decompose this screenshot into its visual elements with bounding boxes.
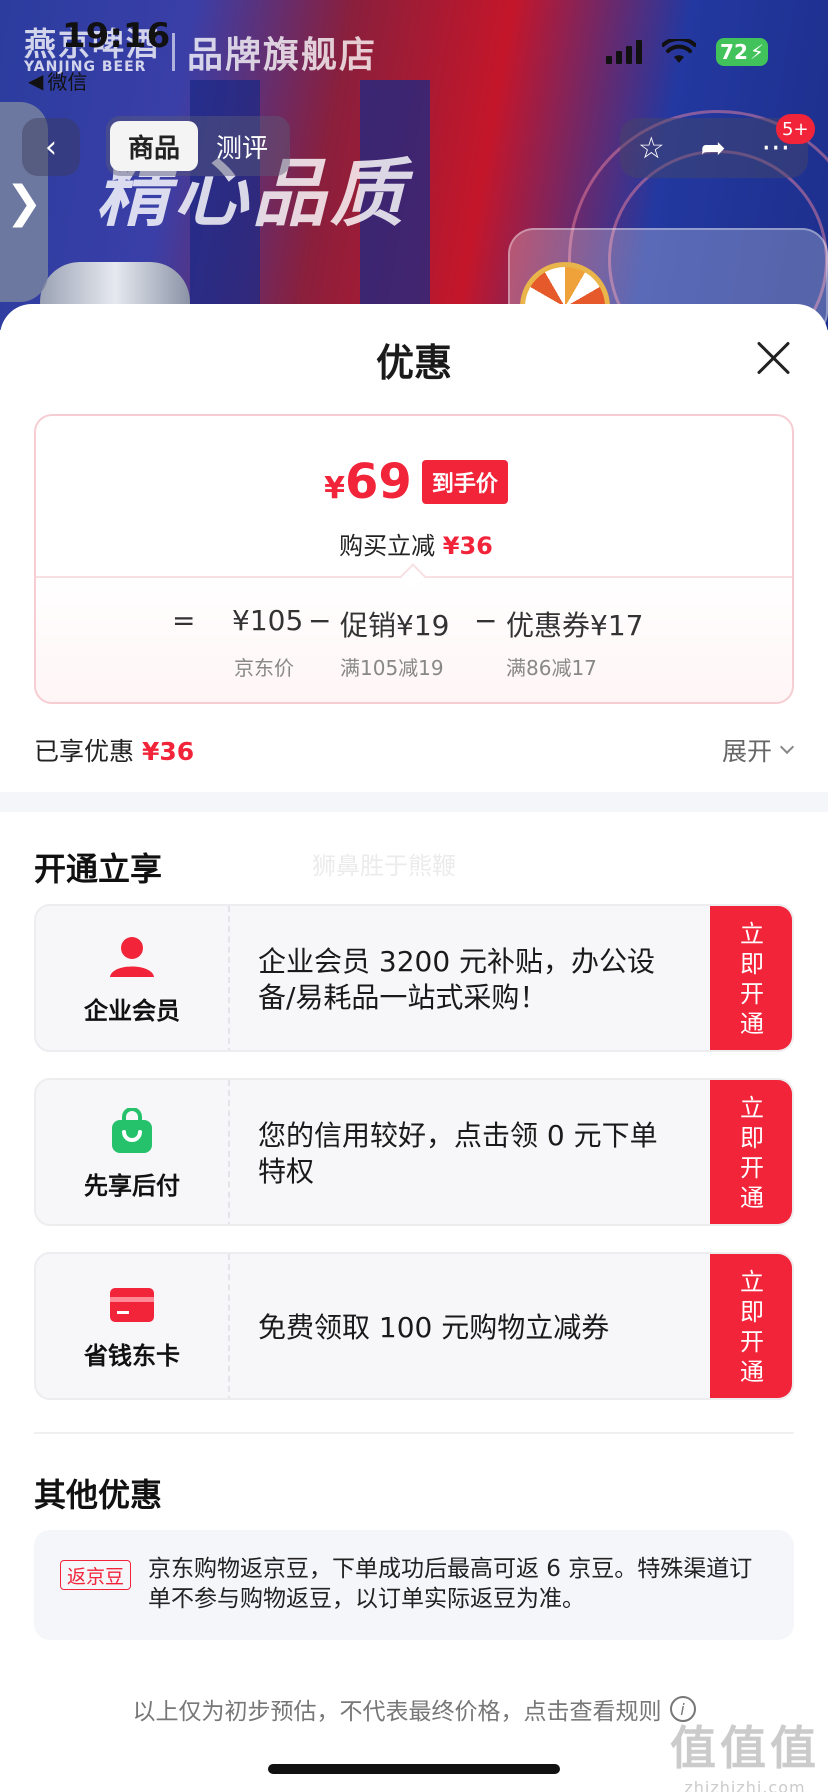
- battery-indicator: 72 ⚡: [716, 38, 768, 66]
- status-indicators: 72 ⚡: [606, 38, 768, 66]
- battery-level: 72: [720, 40, 748, 64]
- open-now-button[interactable]: 立即开通: [710, 1080, 792, 1224]
- offer-name: 省钱东卡: [84, 1341, 180, 1370]
- tab-product[interactable]: 商品: [110, 121, 199, 171]
- back-app-label: 微信: [47, 70, 88, 94]
- price-calculation: = ¥105 − 促销¥19 − 优惠券¥17: [36, 604, 792, 644]
- offer-name: 企业会员: [84, 996, 180, 1025]
- enjoyed-discount: 已享优惠 ¥36: [34, 732, 194, 768]
- offer-description: 企业会员 3200 元补贴，办公设备/易耗品一站式采购！: [258, 945, 656, 1014]
- promo-value: 促销¥19: [340, 609, 450, 642]
- offer-name: 先享后付: [84, 1171, 180, 1200]
- enjoyed-amount: ¥36: [141, 737, 195, 766]
- user-watermark: 狮鼻胜于熊鞭: [312, 852, 456, 880]
- offer-description: 您的信用较好，点击领 0 元下单特权: [258, 1119, 658, 1188]
- section-divider: [0, 792, 828, 812]
- chevron-right-icon: ❯: [5, 176, 43, 228]
- expand-button[interactable]: 展开: [721, 732, 795, 768]
- offer-card-pay-later: 先享后付 您的信用较好，点击领 0 元下单特权 立即开通: [34, 1078, 794, 1226]
- brand-divider: [172, 33, 176, 71]
- save-amount: ¥36: [442, 532, 493, 560]
- instant-save-line: 购买立减 ¥36: [36, 526, 792, 561]
- final-price: ¥ 69: [324, 454, 412, 510]
- site-watermark-logo: 值值值: [670, 1721, 820, 1775]
- coupon-rule: 满86减17: [506, 656, 597, 680]
- open-now-button[interactable]: 立即开通: [710, 906, 792, 1050]
- price-breakdown-card: ¥ 69 到手价 购买立减 ¥36 = ¥105 − 促销¥19 − 优惠券¥1…: [34, 414, 794, 704]
- equals-sign: =: [172, 604, 196, 637]
- open-section-title: 开通立享: [34, 850, 163, 888]
- expand-label: 展开: [721, 737, 772, 766]
- jd-price-value: ¥105: [232, 604, 304, 637]
- discount-sheet: 优惠 ¥ 69 到手价 购买立减 ¥36 = ¥105 − 促销¥19 − 优惠…: [0, 304, 828, 1792]
- offer-description: 免费领取 100 元购物立减券: [258, 1311, 610, 1344]
- message-badge: 5+: [776, 114, 815, 144]
- app-root: 燕京啤酒 YANJING BEER 品牌旗舰店 精心品质 19:16 ◀ 微信 …: [0, 0, 828, 1792]
- charging-bolt-icon: ⚡: [749, 40, 764, 64]
- final-price-row: ¥ 69 到手价: [36, 454, 792, 510]
- minus-sign: −: [308, 604, 332, 637]
- other-section-title: 其他优惠: [34, 1476, 163, 1514]
- cellular-signal-icon: [606, 40, 642, 64]
- chevron-left-icon: ‹: [45, 129, 57, 165]
- shopping-bag-icon: [112, 1107, 152, 1153]
- coupon-value: 优惠券¥17: [506, 609, 644, 642]
- bean-description: 京东购物返京豆，下单成功后最高可返 6 京豆。特殊渠道订单不参与购物返豆，以订单…: [148, 1556, 753, 1612]
- star-icon[interactable]: ☆: [638, 131, 665, 166]
- offer-left: 省钱东卡: [36, 1254, 230, 1398]
- price-amount: 69: [345, 454, 412, 510]
- brand-store-title: 品牌旗舰店: [187, 35, 378, 76]
- offer-card-enterprise: 企业会员 企业会员 3200 元补贴，办公设备/易耗品一站式采购！ 立即开通: [34, 904, 794, 1052]
- promo-rule: 满105减19: [340, 656, 444, 680]
- site-watermark-url: zhizhizhi.com: [684, 1778, 806, 1792]
- enjoyed-label: 已享优惠: [34, 737, 135, 766]
- status-time: 19:16: [62, 16, 171, 56]
- person-icon: [110, 936, 154, 977]
- share-icon[interactable]: ➦: [701, 131, 726, 166]
- back-button[interactable]: ‹: [22, 118, 80, 176]
- product-tabs: 商品 测评: [106, 116, 291, 176]
- final-price-tag: 到手价: [421, 460, 508, 504]
- save-label: 购买立减: [339, 532, 436, 560]
- bean-tag: 返京豆: [60, 1560, 132, 1590]
- section-divider-line: [34, 1432, 794, 1434]
- footer-note-text: 以上仅为初步预估，不代表最终价格，点击查看规则: [132, 1699, 662, 1725]
- offer-left: 先享后付: [36, 1080, 230, 1224]
- wifi-icon: [662, 39, 696, 63]
- offer-card-saving-card: 省钱东卡 免费领取 100 元购物立减券 立即开通: [34, 1252, 794, 1400]
- tab-review[interactable]: 测评: [198, 121, 286, 171]
- open-now-button[interactable]: 立即开通: [710, 1254, 792, 1398]
- home-indicator[interactable]: [268, 1764, 560, 1774]
- sheet-title: 优惠: [375, 341, 452, 385]
- card-notch: [400, 563, 426, 589]
- chevron-down-icon: [779, 739, 795, 755]
- price-currency: ¥: [324, 471, 346, 506]
- close-icon[interactable]: [756, 340, 792, 376]
- jd-price-label: 京东价: [234, 656, 294, 680]
- back-to-app-link[interactable]: ◀ 微信: [28, 66, 87, 95]
- minus-sign: −: [474, 604, 498, 637]
- card-icon: [110, 1287, 154, 1322]
- offer-left: 企业会员: [36, 906, 230, 1050]
- site-watermark: 值值值 zhizhizhi.com: [670, 1712, 820, 1792]
- back-triangle-icon: ◀: [28, 68, 44, 93]
- jd-bean-offer: 返京豆 京东购物返京豆，下单成功后最高可返 6 京豆。特殊渠道订单不参与购物返豆…: [34, 1530, 794, 1640]
